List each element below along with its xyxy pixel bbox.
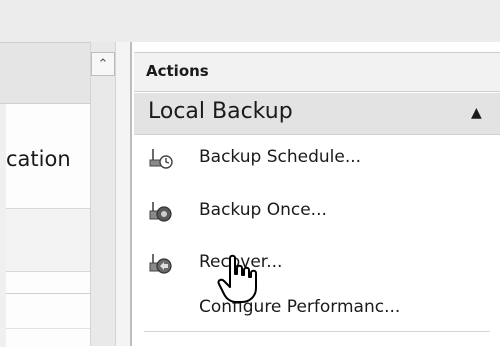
pane-splitter[interactable] (130, 42, 132, 346)
chevron-up-icon: ⌃ (97, 56, 109, 72)
vertical-scrollbar[interactable]: ⌃ (90, 42, 116, 346)
action-label: Backup Schedule... (199, 147, 362, 167)
collapse-triangle-icon[interactable]: ▲ (471, 105, 482, 121)
scroll-up-button[interactable]: ⌃ (91, 52, 115, 76)
action-recover[interactable]: Recover... (134, 245, 500, 283)
local-backup-group-title: Local Backup (148, 99, 293, 124)
left-pane-divider (6, 293, 90, 294)
backup-schedule-icon (149, 149, 173, 169)
backup-once-icon (149, 202, 172, 222)
action-configure-performance[interactable]: Configure Performanc... (134, 290, 500, 328)
action-backup-once[interactable]: Backup Once... (134, 193, 500, 231)
left-pane-row (6, 208, 90, 272)
local-backup-group-header[interactable]: Local Backup ▲ (134, 93, 500, 135)
recover-icon (149, 254, 172, 274)
actions-pane: Actions Local Backup ▲ Backup Schedule..… (134, 42, 500, 346)
actions-header: Actions (134, 52, 500, 92)
actions-separator (144, 331, 490, 332)
window-top-bar (0, 0, 500, 42)
action-label: Backup Once... (199, 200, 327, 220)
left-pane-divider-2 (6, 328, 90, 329)
left-pane-text: cation (6, 147, 71, 171)
actions-title: Actions (146, 62, 209, 80)
hand-pointer-cursor-icon (217, 254, 257, 303)
action-backup-schedule[interactable]: Backup Schedule... (134, 140, 500, 178)
left-pane-header (0, 43, 90, 104)
left-content-pane: cation (0, 42, 90, 347)
